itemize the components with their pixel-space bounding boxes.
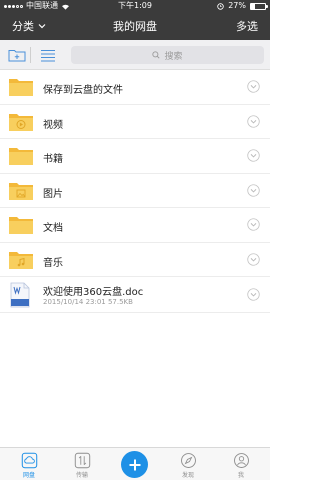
tab-label: 发现: [181, 472, 194, 479]
file-name: 欢迎使用360云盘.doc: [43, 287, 144, 298]
chevron-down-circle-icon[interactable]: [247, 149, 260, 162]
tab-cloud-disk[interactable]: 网盘: [2, 448, 56, 480]
folder-name: 音乐: [43, 257, 63, 269]
plus-icon: [129, 459, 140, 470]
folder-name: 书籍: [43, 154, 63, 165]
header: 中国联通 下午1:09 27% 分类 我的网盘 多选: [0, 0, 270, 40]
nav-bar: 分类 我的网盘 多选: [0, 12, 270, 40]
folder-row-saved[interactable]: 保存到云盘的文件: [0, 70, 270, 105]
battery-icon: [250, 2, 268, 10]
file-row-doc[interactable]: 欢迎使用360云盘.doc 2015/10/14 23:01 57.5KB: [0, 277, 270, 313]
folder-name: 图片: [43, 188, 63, 200]
tab-label: 网盘: [22, 472, 35, 479]
add-button[interactable]: [121, 451, 148, 478]
folder-icon: [9, 79, 33, 96]
battery-level: [251, 3, 255, 9]
folder-row-images[interactable]: 图片: [0, 174, 270, 208]
folder-row-video[interactable]: 视频: [0, 105, 270, 139]
book-folder-icon: [9, 148, 33, 165]
folder-name: 视频: [43, 119, 63, 131]
folder-row-music[interactable]: 音乐: [0, 243, 270, 277]
battery-percent: 27%: [228, 1, 246, 10]
folder-name: 保存到云盘的文件: [43, 85, 123, 96]
status-bar: 中国联通 下午1:09 27%: [0, 0, 270, 12]
tab-discover[interactable]: 发现: [161, 448, 215, 480]
toolbar-divider: [30, 47, 31, 63]
tab-label: 我: [237, 472, 244, 479]
chevron-down-circle-icon[interactable]: [247, 288, 260, 301]
chevron-down-circle-icon[interactable]: [247, 218, 260, 231]
status-right: 27%: [217, 0, 268, 12]
chevron-down-circle-icon[interactable]: [247, 80, 260, 93]
folder-row-documents[interactable]: 文档: [0, 208, 270, 243]
new-folder-icon: [8, 50, 26, 62]
document-folder-icon: [9, 217, 33, 234]
compass-icon: [180, 453, 196, 468]
folder-name: 文档: [43, 223, 63, 234]
file-list: 保存到云盘的文件 视频 书籍 图片 文档 音乐 欢迎使用360云盘.doc 20…: [0, 70, 270, 313]
search-placeholder: 搜索: [164, 51, 183, 62]
multi-select-button[interactable]: 多选: [236, 18, 258, 34]
cloud-disk-icon: [21, 452, 37, 469]
toolbar: 搜索: [0, 40, 270, 70]
chevron-down-circle-icon[interactable]: [247, 252, 260, 266]
list-view-icon: [41, 49, 55, 61]
tab-label: 传输: [75, 472, 88, 479]
tab-bar: 网盘 传输 发现 我: [0, 447, 270, 480]
search-icon: [152, 51, 161, 59]
page-title: 我的网盘: [113, 20, 157, 33]
user-icon: [233, 453, 249, 468]
word-doc-icon: [10, 282, 30, 308]
new-folder-button[interactable]: [7, 46, 27, 64]
transfer-icon: [74, 452, 90, 469]
list-view-button[interactable]: [38, 46, 58, 64]
music-folder-icon: [9, 251, 33, 269]
video-folder-icon: [9, 113, 33, 131]
search-input[interactable]: 搜索: [71, 46, 264, 64]
file-meta: 2015/10/14 23:01 57.5KB: [43, 298, 133, 306]
tab-me[interactable]: 我: [214, 448, 268, 480]
chevron-down-circle-icon[interactable]: [247, 114, 260, 128]
alarm-icon: [217, 2, 224, 10]
chevron-down-circle-icon[interactable]: [247, 183, 260, 197]
tab-transfer[interactable]: 传输: [55, 448, 109, 480]
folder-row-books[interactable]: 书籍: [0, 139, 270, 174]
image-folder-icon: [9, 182, 33, 200]
